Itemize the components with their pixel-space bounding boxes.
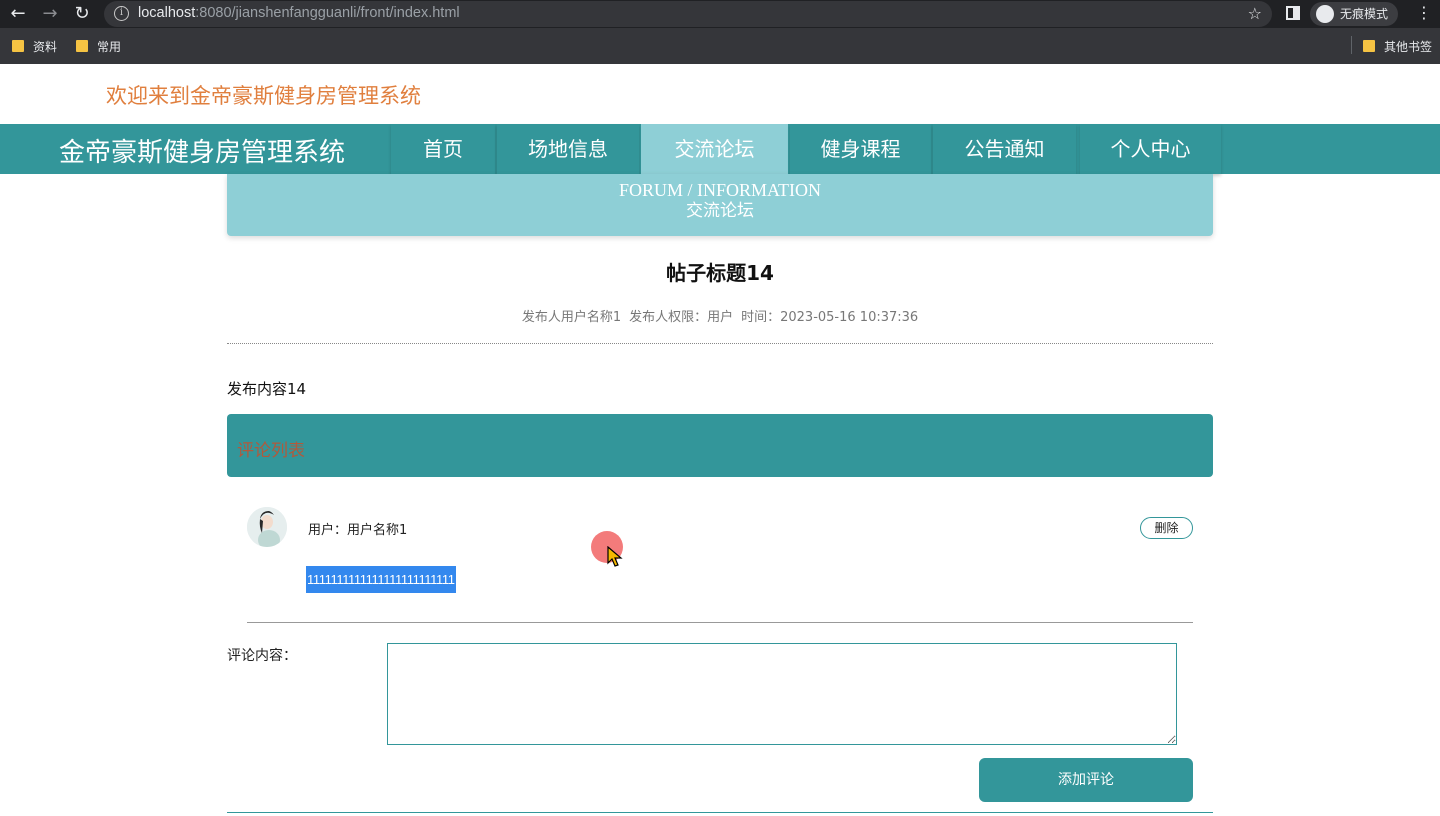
bookmarks-bar: 资料 常用 其他书签: [0, 28, 1440, 64]
comment-author: 用户：用户名称1: [308, 523, 408, 538]
url-text[interactable]: localhost:8080/jianshenfangguanli/front/…: [138, 5, 460, 21]
comment-content-input[interactable]: [387, 643, 1177, 745]
comment-list-title: 评论列表: [237, 441, 305, 461]
post-divider: [227, 343, 1213, 344]
avatar: [247, 507, 287, 547]
side-panel-icon[interactable]: [1286, 6, 1300, 20]
form-bottom-divider: [227, 812, 1213, 813]
post-title: 帖子标题14: [666, 261, 774, 285]
nav-announcements[interactable]: 公告通知: [933, 124, 1076, 174]
comment-divider: [247, 622, 1193, 623]
browser-toolbar: ← → ↻ i localhost:8080/jianshenfangguanl…: [0, 0, 1440, 28]
folder-icon: [12, 40, 24, 52]
site-info-icon[interactable]: i: [114, 6, 129, 21]
incognito-indicator[interactable]: 无痕模式: [1310, 2, 1399, 26]
bookmark-folder-other[interactable]: 其他书签: [1363, 38, 1432, 55]
add-comment-button[interactable]: 添加评论: [979, 758, 1193, 802]
welcome-text: 欢迎来到金帝豪斯健身房管理系统: [106, 84, 421, 108]
bookmarks-divider: [1351, 36, 1352, 54]
section-banner: FORUM / INFORMATION 交流论坛: [227, 174, 1213, 236]
mouse-cursor-icon: [607, 546, 623, 567]
post-author: 发布人用户名称1: [521, 310, 622, 325]
nav-venue-info[interactable]: 场地信息: [497, 124, 639, 174]
comment-list-header: 评论列表: [227, 414, 1213, 477]
address-bar[interactable]: i localhost:8080/jianshenfangguanli/fron…: [104, 1, 1272, 27]
incognito-icon: [1316, 4, 1334, 23]
forward-icon[interactable]: →: [38, 2, 62, 26]
site-brand: 金帝豪斯健身房管理系统: [59, 138, 346, 168]
banner-chinese-title: 交流论坛: [686, 201, 754, 221]
nav-forum[interactable]: 交流论坛: [641, 124, 788, 174]
reload-icon[interactable]: ↻: [70, 2, 94, 26]
comment-text: 1111111111111111111111111: [306, 566, 456, 593]
nav-home[interactable]: 首页: [391, 124, 495, 174]
post-content: 发布内容14: [227, 380, 307, 398]
nav-courses[interactable]: 健身课程: [790, 124, 931, 174]
folder-icon: [1363, 40, 1375, 52]
back-icon[interactable]: ←: [6, 2, 30, 26]
bookmark-star-icon[interactable]: ☆: [1248, 4, 1262, 23]
post-time: 时间：2023-05-16 10:37:36: [741, 310, 919, 325]
main-navigation: 金帝豪斯健身房管理系统 首页 场地信息 交流论坛 健身课程 公告通知 个人中心: [0, 124, 1440, 174]
folder-icon: [76, 40, 88, 52]
banner-english-title: FORUM / INFORMATION: [618, 180, 822, 200]
bookmark-folder-changyong[interactable]: 常用: [76, 38, 121, 55]
post-meta: 发布人用户名称1 发布人权限：用户 时间：2023-05-16 10:37:36: [227, 306, 1213, 325]
delete-comment-button[interactable]: 删除: [1140, 517, 1193, 539]
nav-personal-center[interactable]: 个人中心: [1080, 124, 1221, 174]
post-role: 发布人权限：用户: [629, 310, 734, 325]
comment-content-label: 评论内容：: [227, 648, 297, 664]
bookmark-folder-ziliao[interactable]: 资料: [12, 38, 57, 55]
browser-menu-icon[interactable]: ⋮: [1416, 3, 1432, 23]
